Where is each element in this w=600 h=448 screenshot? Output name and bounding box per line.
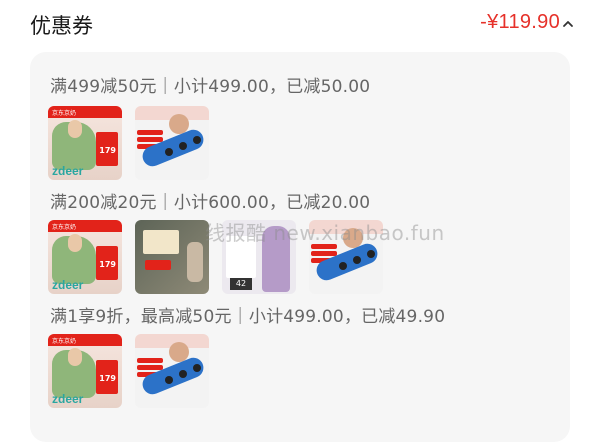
brand-label: zdeer xyxy=(52,164,84,178)
product-scarf-thumb[interactable]: 京东京奶 179 zdeer xyxy=(48,220,122,294)
brand-label: zdeer xyxy=(52,278,84,292)
product-row-3: 京东京奶 179 zdeer xyxy=(48,334,209,410)
product-neck-device-thumb[interactable] xyxy=(135,106,209,180)
price-label: 179 xyxy=(99,146,116,155)
coupon-total: -¥119.90 xyxy=(480,11,560,33)
chevron-up-icon[interactable] xyxy=(562,14,574,32)
product-massage-gun-thumb[interactable] xyxy=(135,220,209,294)
brand-label: zdeer xyxy=(52,392,84,406)
store-label: 京东京奶 xyxy=(52,225,77,231)
watermark: 线报酷 new.xianbao.fun xyxy=(205,221,445,245)
coupon-rule-2: 满200减20元｜小计600.00，已减20.00 xyxy=(50,193,371,213)
price-label: 179 xyxy=(99,374,116,383)
store-label: 京东京奶 xyxy=(52,339,77,345)
coupon-rule-1: 满499减50元｜小计499.00，已减50.00 xyxy=(50,77,371,97)
product-row-1: 京东京奶 179 zdeer xyxy=(48,106,209,182)
product-neck-device-thumb[interactable] xyxy=(135,334,209,408)
coupon-rule-3: 满1享9折，最高减50元｜小计499.00，已减49.90 xyxy=(50,307,446,327)
price-label: 179 xyxy=(99,260,116,269)
coupon-panel: 满499减50元｜小计499.00，已减50.00 京东京奶 179 zdeer… xyxy=(30,52,570,442)
section-title: 优惠券 xyxy=(30,14,93,38)
bra-number-label: 42 xyxy=(230,278,252,290)
product-scarf-thumb[interactable]: 京东京奶 179 zdeer xyxy=(48,334,122,408)
store-label: 京东京奶 xyxy=(52,111,77,117)
coupon-header[interactable]: 优惠券 -¥119.90 xyxy=(0,0,600,52)
product-scarf-thumb[interactable]: 京东京奶 179 zdeer xyxy=(48,106,122,180)
